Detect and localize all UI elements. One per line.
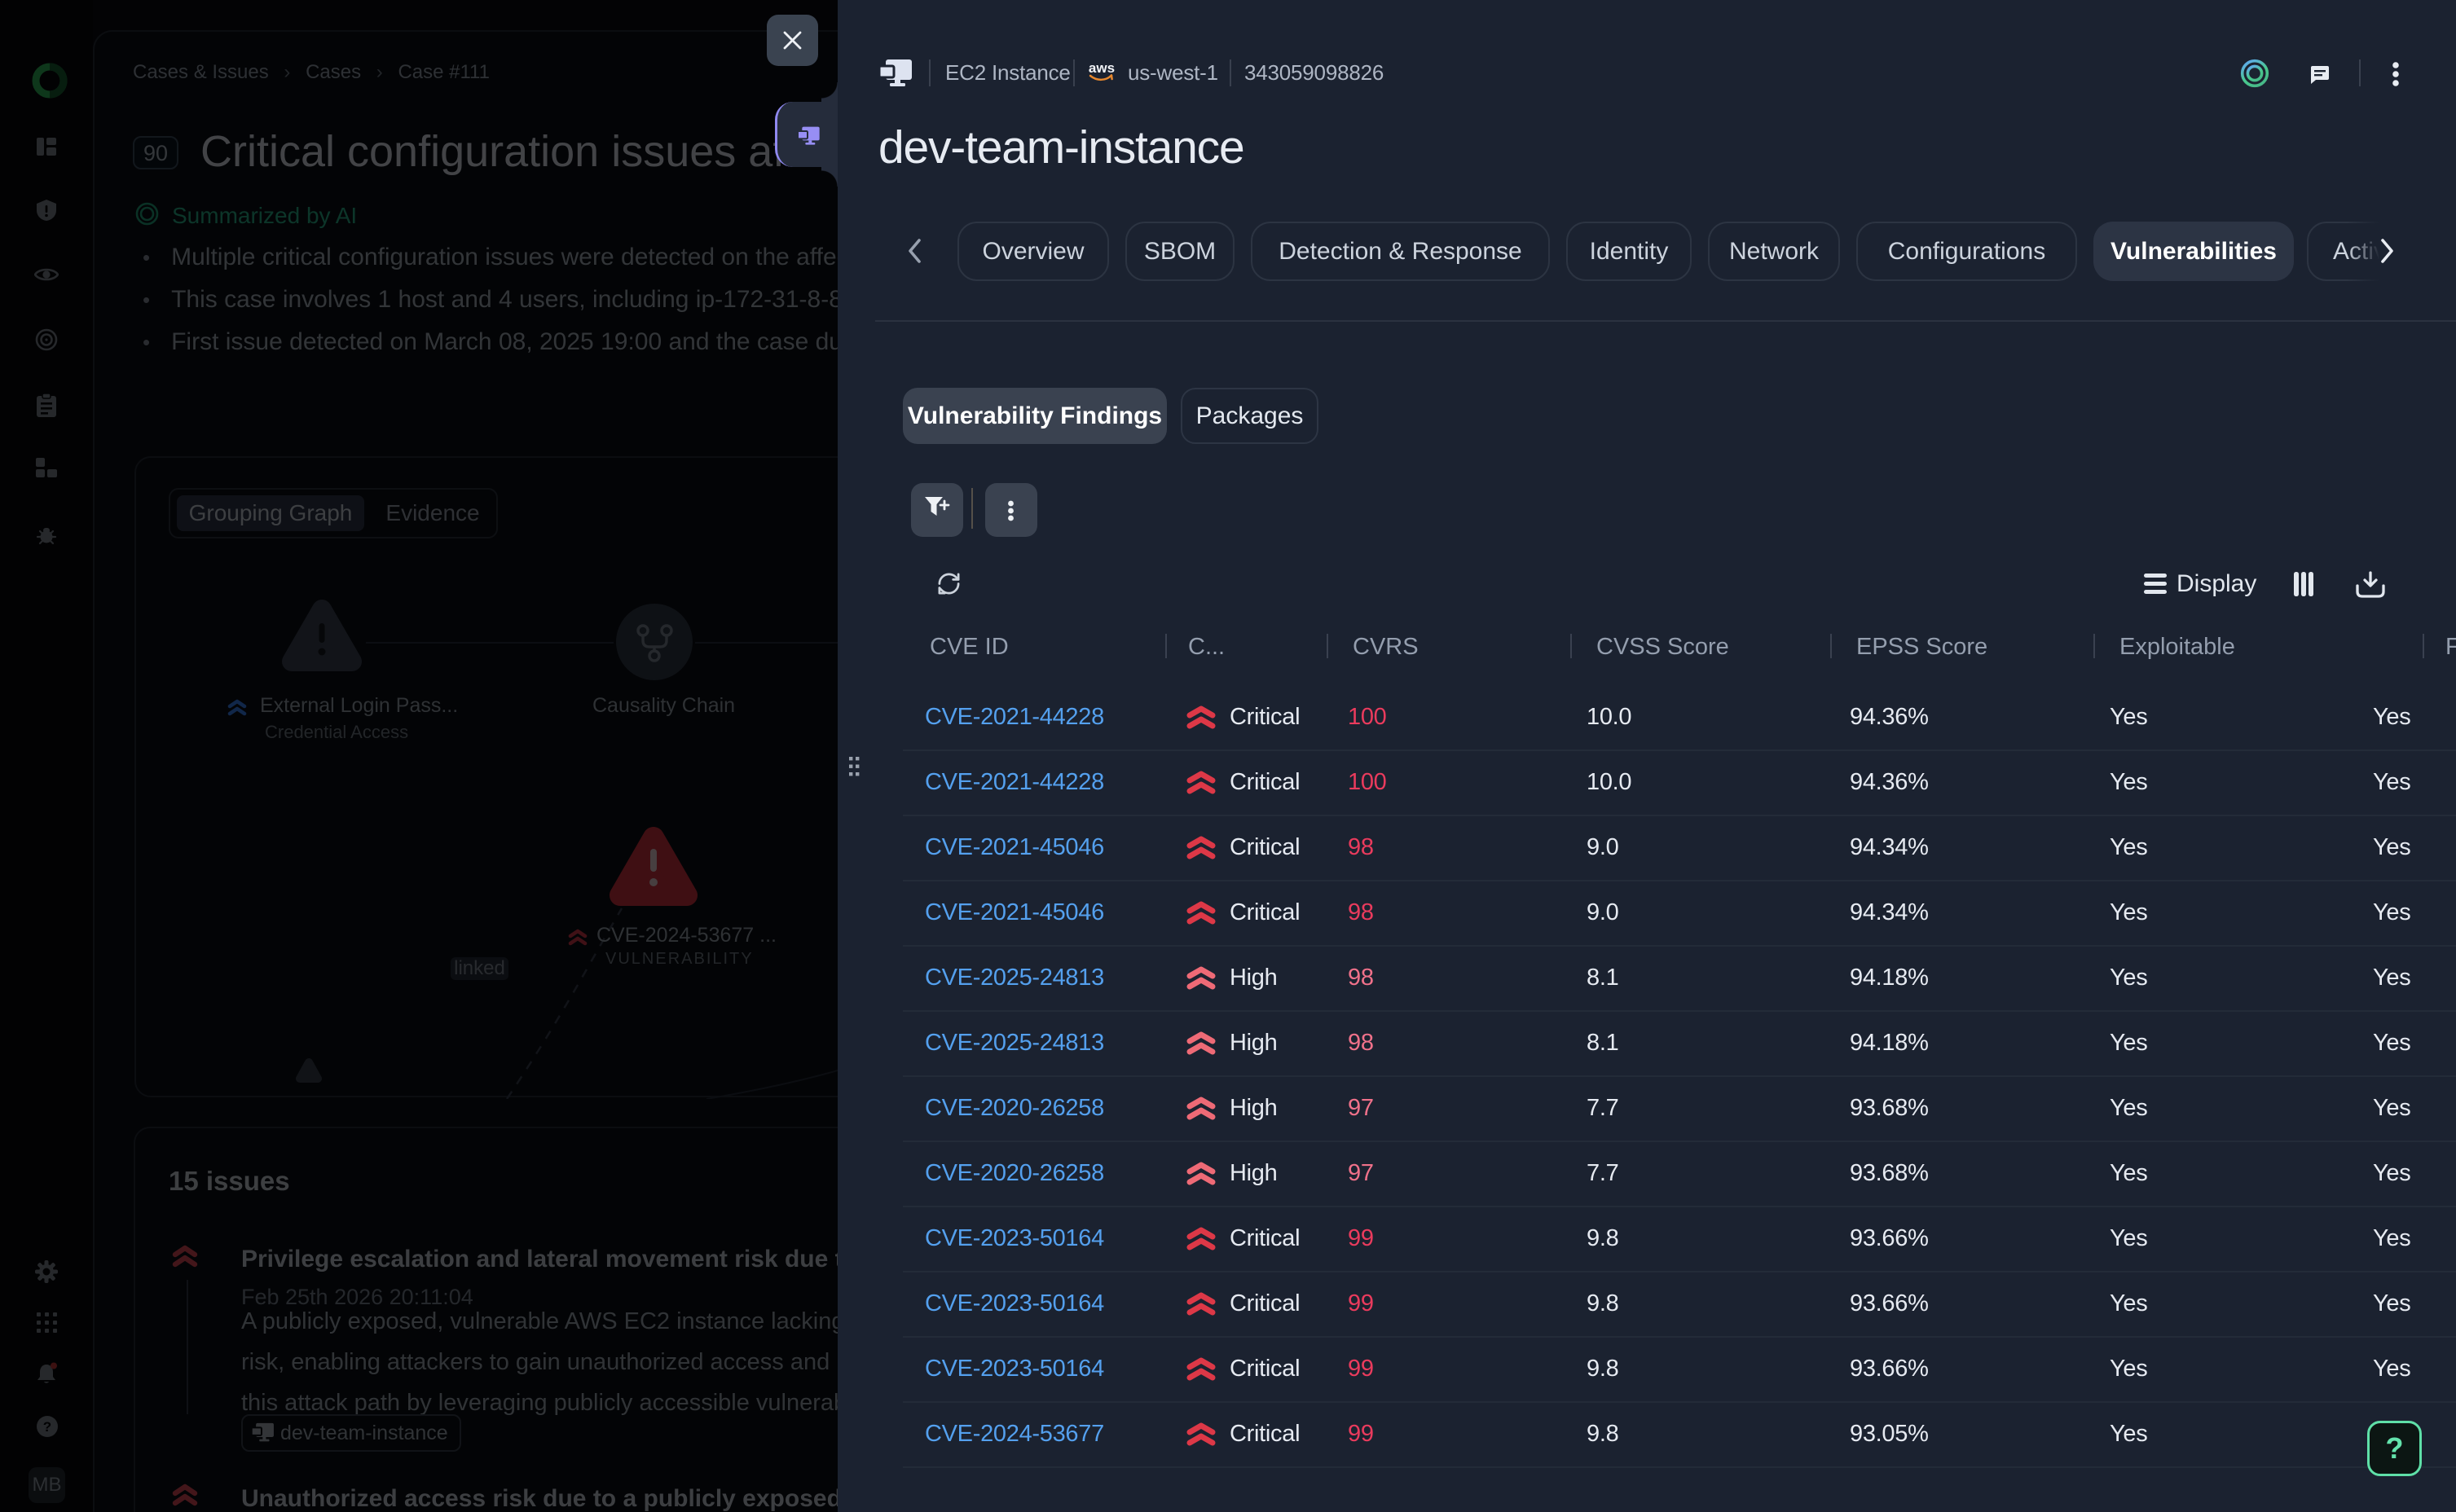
svg-text:aws: aws (1089, 60, 1115, 76)
